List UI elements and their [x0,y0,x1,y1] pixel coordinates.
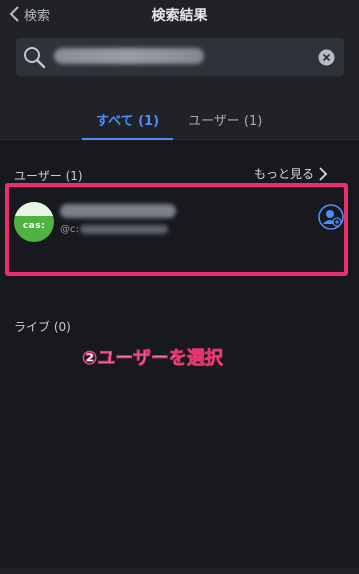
avatar-cap [14,202,54,216]
tab-bar: すべて (1) ユーザー (1) [0,88,359,140]
user-id-rest: •••••••• [79,224,168,234]
annotation-label: ②ユーザーを選択 [82,348,223,370]
search-query: •••••••••••• [54,48,204,64]
users-section-title: ユーザー (1) [14,169,83,183]
tab-users[interactable]: ユーザー (1) [188,110,262,140]
avatar: cas: [14,202,54,242]
header-bar: 検索 検索結果 [0,0,359,30]
user-name: •••••••••••• [60,204,176,218]
search-icon [24,47,46,69]
see-more-label: もっと見る [254,167,315,181]
search-input[interactable]: •••••••••••• [16,38,344,76]
user-id: @c:•••••••• [60,224,168,235]
live-section-title: ライブ (0) [14,320,71,334]
tab-all[interactable]: すべて (1) [81,110,174,140]
user-list-item[interactable]: cas: •••••••••••• @c:•••••••• [8,190,344,272]
avatar-text: cas: [22,221,46,231]
bottom-tab-bar [0,568,359,574]
user-id-prefix: @c: [60,224,79,235]
clear-icon[interactable] [318,49,335,66]
search-area: •••••••••••• [0,30,359,88]
page-title: 検索結果 [151,8,208,24]
see-more-link[interactable]: もっと見る [254,165,328,182]
follow-user-icon[interactable] [318,204,344,230]
chevron-right-icon [319,166,328,181]
